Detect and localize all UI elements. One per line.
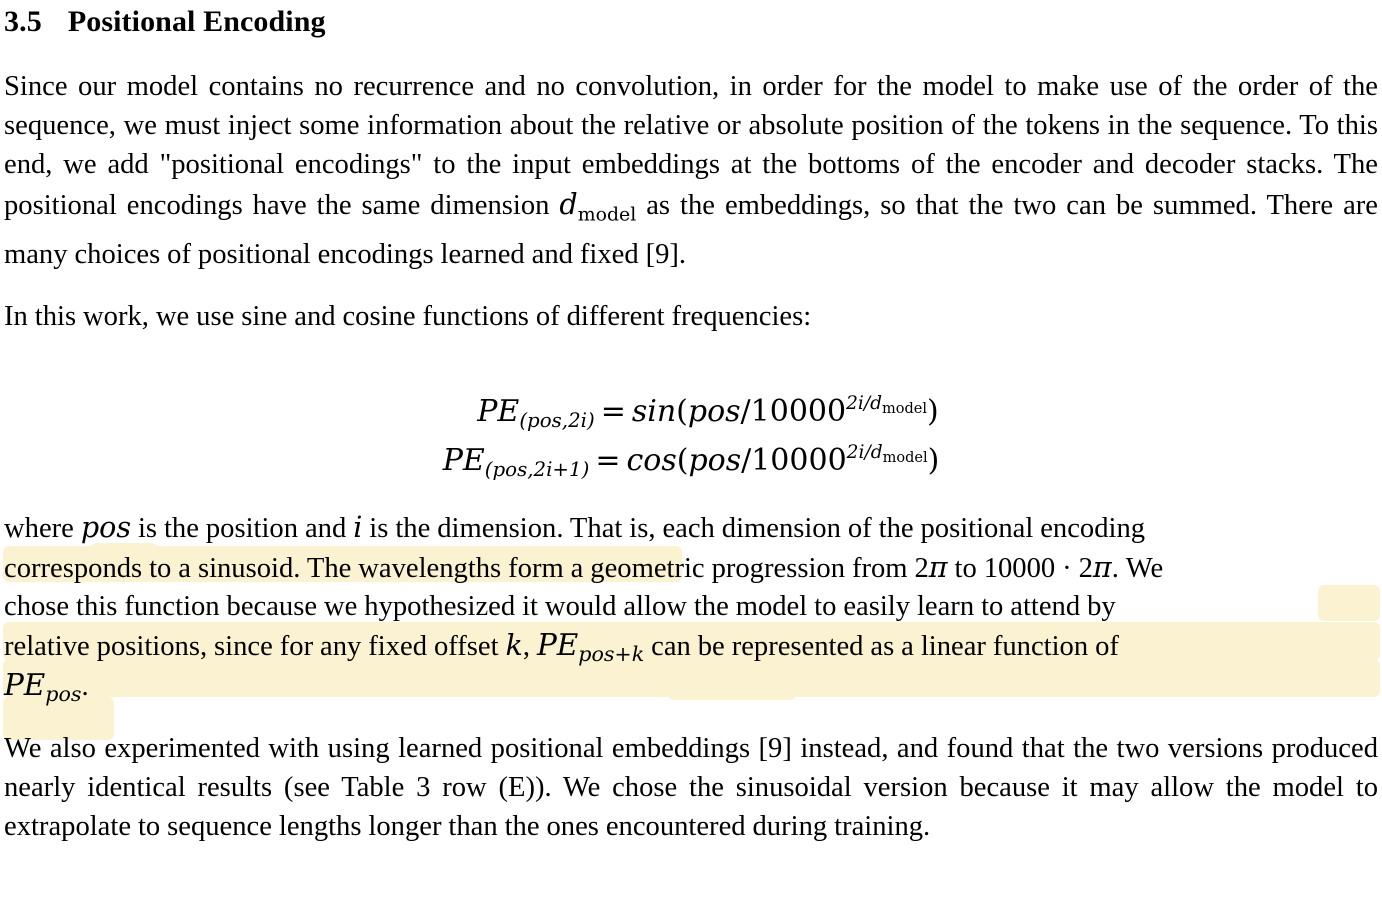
eq2-function: cos	[626, 442, 677, 478]
where-l2-seg-a: corresponds to a sinusoid. The wavelengt…	[4, 552, 929, 584]
equation-pe-sin: PE(pos,2i) = sin(pos/100002i/dmodel)	[4, 390, 1378, 439]
eq1-base: 10000	[750, 393, 847, 429]
eq2-relation: =	[595, 442, 621, 478]
pe-pos-base: PE	[4, 667, 46, 702]
where-l5-period: .	[81, 670, 89, 702]
paragraph-in-this-work: In this work, we use sine and cosine fun…	[4, 300, 812, 332]
where-l2-pi-1: π	[928, 549, 948, 584]
where-l4-seg-b: can be represented as a linear function …	[644, 630, 1119, 662]
eq2-exp-den-base: d	[870, 442, 883, 464]
pe-pos-plus-k-base: PE	[536, 627, 579, 662]
where-l4-pe-pos-plus-k: PEpos+k	[536, 627, 644, 664]
eq1-function: sin	[631, 393, 677, 429]
where-l2-seg-we: We	[1118, 552, 1164, 584]
eq2-lhs-base: PE	[442, 442, 485, 478]
eq2-close-paren: )	[927, 442, 940, 478]
eq2-slash: /	[741, 442, 752, 478]
d-model-base: d	[559, 186, 578, 221]
where-l1-seg-where: where	[4, 512, 81, 544]
where-l1-pos-symbol: pos	[80, 509, 132, 544]
section-number: 3.5	[4, 5, 42, 38]
eq2-base: 10000	[751, 442, 847, 478]
section-title: Positional Encoding	[67, 5, 326, 38]
eq1-exponent: 2i/dmodel	[846, 393, 928, 418]
d-model-subscript: model	[577, 203, 637, 226]
where-line-3: chose this function because we hypothesi…	[4, 590, 1116, 622]
eq2-exp-den-subscript: model	[882, 450, 928, 467]
equation-pe-cos: PE(pos,2i+1) = cos(pos/100002i/dmodel)	[4, 439, 1378, 488]
pe-pos-plus-k-subscript: pos+k	[578, 641, 645, 666]
where-l4-seg-a: relative positions, since for any fixed …	[4, 630, 506, 662]
eq1-slash: /	[740, 393, 751, 429]
section-heading: 3.5 Positional Encoding	[4, 0, 1378, 37]
eq1-open-paren: (	[676, 393, 688, 429]
eq1-exp-numerator: 2i	[846, 393, 864, 415]
where-line-4: relative positions, since for any fixed …	[4, 626, 1378, 666]
eq2-exponent: 2i/dmodel	[846, 442, 928, 467]
eq1-exp-den-subscript: model	[882, 401, 928, 418]
where-line-1: where pos is the position and i is the d…	[4, 508, 1378, 548]
where-l1-seg-isposition: is the position and	[131, 512, 354, 544]
pe-pos-subscript: pos	[45, 681, 82, 706]
d-model-symbol: dmodel	[559, 186, 636, 226]
where-l4-seg-comma: ,	[522, 630, 537, 662]
where-l1-seg-dimension: is the dimension.	[362, 512, 564, 544]
text-content-layer: 3.5 Positional Encoding Since our model c…	[4, 0, 1378, 847]
where-l2-pi-2: π	[1092, 549, 1112, 584]
where-l1-seg-thatis: That is, each dimension of the positiona…	[563, 512, 1146, 544]
eq1-arg: pos	[687, 393, 741, 429]
where-l1-i-symbol: i	[353, 509, 363, 544]
eq1-close-paren: )	[927, 393, 939, 429]
eq1-lhs-base: PE	[477, 393, 520, 429]
paragraph-intro: Since our model contains no recurrence a…	[4, 67, 1378, 274]
eq1-relation: =	[600, 393, 626, 429]
eq1-lhs-subscript: (pos,2i)	[519, 408, 595, 432]
equation-block: PE(pos,2i) = sin(pos/100002i/dmodel) PE(po…	[4, 390, 1378, 488]
paragraph-learned-embeddings: We also experimented with using learned …	[4, 732, 1378, 843]
where-l2-seg-b: to 10000 · 2	[947, 552, 1093, 584]
where-line-5: PEpos.	[4, 666, 1378, 706]
paragraph-where: where pos is the position and i is the d…	[4, 508, 1378, 706]
where-line-2: corresponds to a sinusoid. The wavelengt…	[4, 548, 1378, 588]
eq2-open-paren: (	[676, 442, 689, 478]
where-l2-seg-period: .	[1111, 552, 1119, 584]
eq2-exp-numerator: 2i	[846, 442, 865, 464]
where-l4-k-symbol: k	[505, 627, 523, 662]
eq2-arg: pos	[688, 442, 742, 478]
paper-page: 3.5 Positional Encoding Since our model c…	[0, 0, 1382, 911]
where-l5-pe-pos: PEpos	[4, 667, 81, 704]
eq1-exp-den-base: d	[870, 393, 883, 415]
eq2-lhs-subscript: (pos,2i+1)	[484, 457, 590, 481]
